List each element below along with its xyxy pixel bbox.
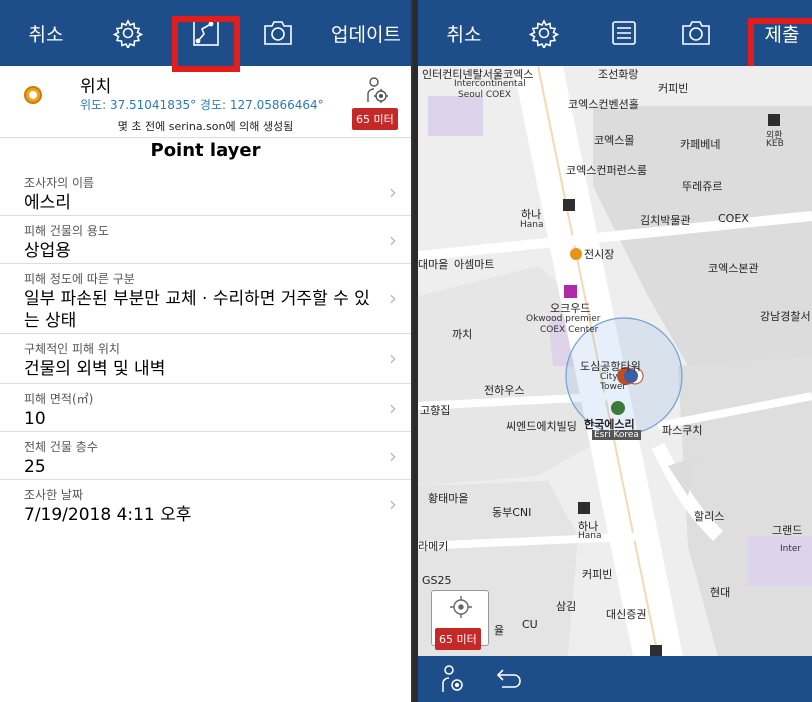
gps-icon[interactable]: [440, 664, 468, 698]
field-value: 25: [24, 457, 46, 477]
cancel-button-label: 취소: [28, 23, 64, 46]
accuracy-badge: 65 미터: [352, 108, 398, 130]
map-label: 대마을: [418, 258, 449, 271]
gear-icon[interactable]: [106, 0, 150, 66]
chevron-right-icon: ›: [389, 396, 397, 420]
map-label: Inter: [780, 544, 802, 554]
field-label: 피해 면적(㎡): [24, 392, 94, 406]
map-label: 카페베네: [680, 138, 721, 151]
map-label: 파스쿠치: [662, 424, 703, 437]
map-label: 전하우스: [484, 384, 525, 397]
locate-target-icon: [450, 596, 472, 618]
gear-icon[interactable]: [522, 0, 566, 66]
field-damage-location[interactable]: 구체적인 피해 위치 건물의 외벽 및 내벽 ›: [0, 334, 411, 384]
map-label: Seoul COEX: [458, 90, 512, 100]
map-label: 대신증권: [606, 608, 647, 621]
map-label: Okwood premier: [526, 314, 601, 324]
map-label: Tower: [600, 382, 627, 392]
map-label: 김치박물관: [640, 214, 691, 227]
field-surveyor-name[interactable]: 조사자의 이름 에스리 ›: [0, 168, 411, 216]
field-value: 에스리: [24, 193, 71, 213]
field-damage-area[interactable]: 피해 면적(㎡) 10 ›: [0, 384, 411, 432]
chevron-right-icon: ›: [389, 228, 397, 252]
map-label: Hana: [578, 531, 602, 541]
back-arrow-icon[interactable]: [494, 666, 524, 696]
cancel-button[interactable]: 취소: [434, 0, 494, 66]
map-label: 코엑스컨벤션홀: [568, 98, 639, 111]
map-label: 삼김: [556, 600, 577, 613]
location-coords: 위도: 37.51041835° 경도: 127.05866464°: [80, 98, 324, 112]
map-label: 뚜레쥬르: [682, 180, 723, 193]
map-label: 코엑스몰: [594, 134, 635, 147]
location-title: 위치: [80, 77, 112, 97]
map-panel: 취소 제출 인터컨티넨탈서울코엑스 Intercontinental Seoul…: [418, 0, 812, 702]
field-value: 10: [24, 409, 46, 429]
map-label: GS25: [422, 574, 452, 587]
field-floor-count[interactable]: 전체 건물 층수 25 ›: [0, 432, 411, 480]
cancel-button[interactable]: 취소: [16, 0, 76, 66]
map-label: 전시장: [584, 248, 615, 261]
map-label: 커피빈: [658, 82, 689, 95]
map-label: 조선화랑: [598, 68, 639, 81]
field-value: 건물의 외벽 및 내벽: [24, 359, 166, 379]
map-label: KEB: [766, 139, 784, 149]
map-label: Intercontinental: [454, 79, 526, 89]
map-label: COEX: [718, 212, 749, 225]
field-value: 상업용: [24, 241, 71, 261]
field-value: 7/19/2018 4:11 오후: [24, 505, 192, 525]
map-label: 라메키: [418, 540, 449, 553]
map-label: CU: [522, 618, 538, 631]
map-label: 고향집: [420, 404, 451, 417]
gps-icon[interactable]: [365, 76, 391, 108]
location-section[interactable]: 위치 위도: 37.51041835° 경도: 127.05866464° 몇 …: [0, 66, 411, 138]
map-label: 아셈마트: [454, 258, 495, 271]
chevron-right-icon: ›: [389, 180, 397, 204]
chevron-right-icon: ›: [389, 346, 397, 370]
map-label: 동부CNI: [492, 506, 532, 519]
cancel-button-label: 취소: [446, 23, 482, 46]
field-label: 조사한 날짜: [24, 488, 84, 502]
map-label: 율: [494, 624, 505, 637]
map-label: 코엑스컨퍼런스룸: [566, 164, 647, 177]
field-damage-degree[interactable]: 피해 정도에 따른 구분 일부 파손된 부분만 교체 · 수리하면 거주할 수 …: [0, 264, 411, 334]
map-label: Esri Korea: [592, 430, 641, 440]
field-label: 전체 건물 층수: [24, 440, 98, 454]
map-label: City: [600, 372, 618, 382]
map-bottom-bar: [418, 656, 812, 702]
location-created-by: 몇 초 전에 serina.son에 의해 생성됨: [117, 120, 294, 133]
map-label: 강남경찰서: [760, 310, 811, 323]
field-label: 구체적인 피해 위치: [24, 342, 120, 356]
map-label: Hana: [520, 220, 544, 230]
map-view[interactable]: 인터컨티넨탈서울코엑스 Intercontinental Seoul COEX …: [418, 66, 812, 656]
layer-title: Point layer: [150, 140, 261, 161]
map-label: 커피빈: [582, 568, 613, 581]
update-button[interactable]: 업데이트: [326, 0, 406, 66]
accuracy-badge: 65 미터: [435, 628, 481, 650]
camera-icon[interactable]: [256, 0, 300, 66]
map-label: COEX Center: [540, 325, 599, 335]
edit-geometry-highlight: [172, 16, 240, 72]
field-building-use[interactable]: 피해 건물의 용도 상업용 ›: [0, 216, 411, 264]
field-label: 조사자의 이름: [24, 176, 95, 190]
map-label: 현대: [710, 586, 731, 599]
camera-icon[interactable]: [674, 0, 718, 66]
map-label: 그랜드: [772, 524, 803, 537]
map-label: 코엑스본관: [708, 262, 759, 275]
form-panel: 취소 업데이트 위치 위도: 37.51041835° 경도: 127.0586…: [0, 0, 413, 702]
field-label: 피해 건물의 용도: [24, 224, 109, 238]
form-list-icon[interactable]: [602, 0, 646, 66]
location-point-icon: [24, 86, 42, 104]
map-label: 씨엔드에치빌딩: [506, 420, 577, 433]
chevron-right-icon: ›: [389, 286, 397, 310]
field-survey-date[interactable]: 조사한 날짜 7/19/2018 4:11 오후 ›: [0, 480, 411, 530]
map-label: 할리스: [694, 510, 725, 523]
chevron-right-icon: ›: [389, 444, 397, 468]
chevron-right-icon: ›: [389, 492, 397, 516]
field-value: 일부 파손된 부분만 교체 · 수리하면 거주할 수 있는 상태: [24, 289, 370, 331]
map-label: 황태마을: [428, 492, 469, 505]
field-label: 피해 정도에 따른 구분: [24, 272, 135, 286]
update-button-label: 업데이트: [331, 23, 401, 46]
map-label: 까치: [452, 328, 473, 341]
